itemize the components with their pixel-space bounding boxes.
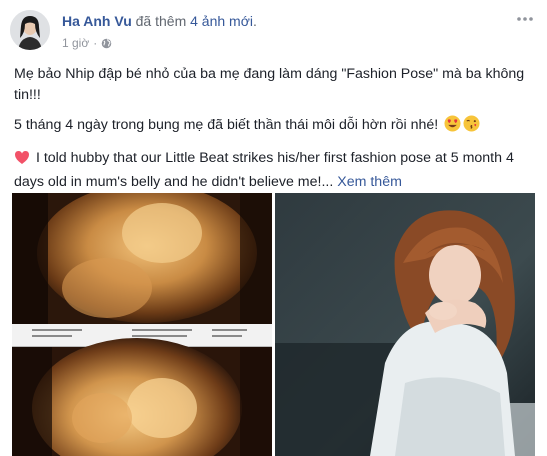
kissing-wink-emoji-icon bbox=[463, 115, 480, 139]
globe-icon[interactable] bbox=[101, 38, 112, 49]
avatar[interactable] bbox=[10, 10, 50, 50]
post-paragraph-2-text: 5 tháng 4 ngày trong bụng mẹ đã biết thầ… bbox=[14, 117, 439, 133]
post-paragraph-3: I told hubby that our Little Beat strike… bbox=[14, 148, 534, 193]
author-line: Ha Anh Vu đã thêm 4 ảnh mới. bbox=[62, 13, 257, 29]
action-suffix: . bbox=[253, 13, 257, 29]
see-more-link[interactable]: Xem thêm bbox=[337, 174, 402, 190]
post-body: Mẹ bảo Nhip đập bé nhỏ của ba mẹ đang là… bbox=[14, 64, 534, 202]
post-action: đã thêm 4 ảnh mới. bbox=[136, 13, 257, 29]
post-card: Ha Anh Vu đã thêm 4 ảnh mới. 1 giờ · Mẹ … bbox=[0, 0, 547, 456]
heart-emoji-icon bbox=[14, 150, 30, 172]
post-paragraph-1: Mẹ bảo Nhip đập bé nhỏ của ba mẹ đang là… bbox=[14, 66, 525, 103]
portrait-photo[interactable] bbox=[275, 193, 535, 456]
woman-portrait-image bbox=[275, 193, 535, 456]
heart-eyes-emoji-icon bbox=[444, 115, 461, 139]
post-timestamp[interactable]: 1 giờ bbox=[62, 36, 89, 50]
avatar-image bbox=[10, 10, 50, 50]
action-prefix: đã thêm bbox=[135, 13, 187, 29]
ultrasound-photo[interactable] bbox=[12, 193, 272, 456]
post-paragraph-2: 5 tháng 4 ngày trong bụng mẹ đã biết thầ… bbox=[14, 115, 534, 139]
photo-grid bbox=[12, 193, 535, 456]
post-paragraph-3-text: I told hubby that our Little Beat strike… bbox=[14, 150, 514, 190]
author-name[interactable]: Ha Anh Vu bbox=[62, 13, 132, 29]
ellipsis-icon bbox=[517, 17, 533, 21]
more-options-button[interactable] bbox=[515, 12, 535, 26]
action-photos-link[interactable]: 4 ảnh mới bbox=[190, 13, 253, 29]
ultrasound-scan-image bbox=[12, 193, 272, 456]
meta-separator: · bbox=[93, 36, 98, 50]
post-meta: 1 giờ · bbox=[62, 36, 112, 50]
